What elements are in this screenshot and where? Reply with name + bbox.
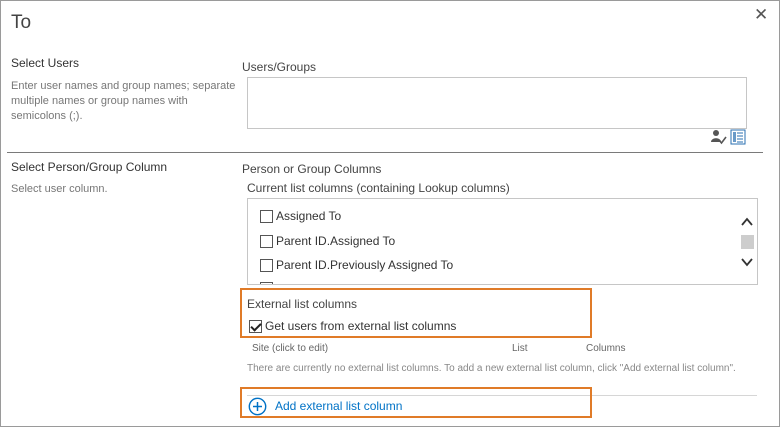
scroll-down-icon[interactable] — [739, 255, 755, 269]
dialog-title: To — [11, 12, 32, 33]
dialog: To ✕ Select Users Enter user names and g… — [0, 0, 780, 427]
list-item[interactable] — [260, 282, 276, 284]
external-list-columns-label: External list columns — [247, 297, 358, 311]
select-users-description: Enter user names and group names; separa… — [11, 80, 236, 122]
section-divider — [7, 152, 763, 153]
select-column-description: Select user column. — [11, 183, 108, 195]
external-columns-checkbox[interactable] — [249, 319, 262, 333]
column-checkbox[interactable] — [260, 209, 273, 223]
users-groups-label: Users/Groups — [242, 60, 317, 74]
list-item[interactable]: Assigned To — [260, 209, 341, 223]
list-item-label: Parent ID.Previously Assigned To — [276, 258, 454, 272]
column-header-site: Site (click to edit) — [252, 343, 329, 354]
select-users-title: Select Users — [11, 56, 80, 70]
add-circle-icon[interactable] — [248, 397, 267, 416]
column-checkbox[interactable] — [260, 234, 273, 248]
column-checkbox[interactable] — [260, 258, 273, 272]
current-list-columns-label: Current list columns (containing Lookup … — [247, 181, 510, 195]
add-external-list-column-link[interactable]: Add external list column — [275, 399, 402, 413]
current-columns-listbox[interactable]: Assigned To Parent ID.Assigned To Parent… — [247, 198, 758, 285]
select-column-title: Select Person/Group Column — [11, 160, 168, 174]
person-group-columns-heading: Person or Group Columns — [242, 162, 382, 176]
users-groups-input[interactable] — [247, 77, 747, 129]
list-item-label: Assigned To — [276, 209, 342, 223]
external-columns-checkbox-label: Get users from external list columns — [265, 319, 457, 333]
column-header-columns: Columns — [586, 343, 626, 354]
column-header-list: List — [512, 343, 528, 354]
check-names-icon[interactable] — [711, 129, 727, 145]
people-picker-icons — [711, 128, 746, 146]
empty-external-columns-message: There are currently no external list col… — [247, 363, 736, 374]
scroll-up-icon[interactable] — [739, 215, 755, 229]
list-item[interactable]: Parent ID.Assigned To — [260, 234, 395, 248]
list-item-label: Parent ID.Assigned To — [276, 234, 396, 248]
list-item[interactable]: Parent ID.Previously Assigned To — [260, 258, 453, 272]
close-icon[interactable]: ✕ — [754, 6, 768, 23]
column-checkbox[interactable] — [260, 282, 273, 284]
external-columns-checkbox-row[interactable]: Get users from external list columns — [249, 319, 456, 333]
address-book-icon[interactable] — [730, 129, 746, 145]
scrollbar-thumb[interactable] — [741, 235, 754, 249]
